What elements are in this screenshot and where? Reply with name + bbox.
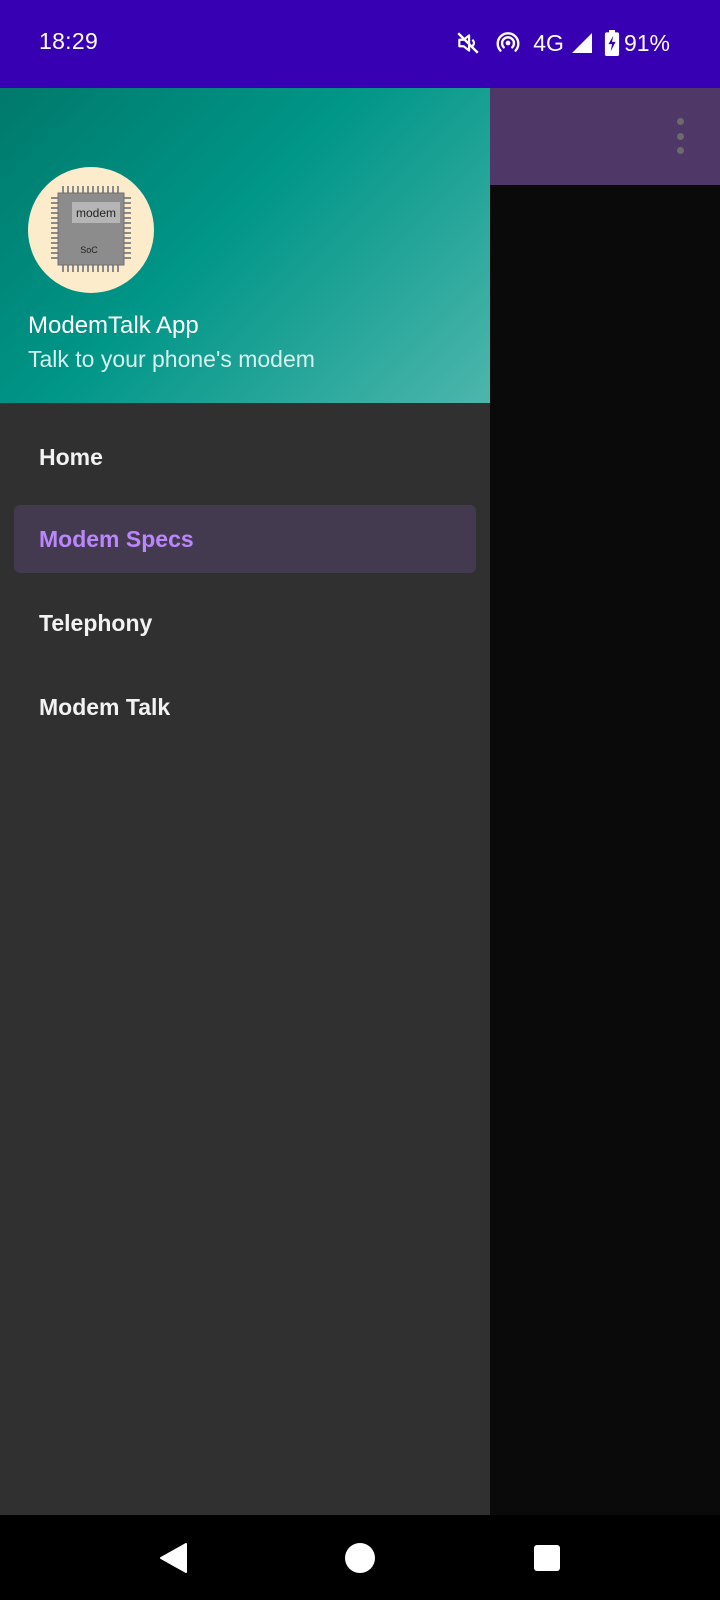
home-icon[interactable] xyxy=(334,1515,386,1600)
status-icons: 4G 91% xyxy=(455,26,670,60)
drawer-item-modem-talk[interactable]: Modem Talk xyxy=(14,673,476,741)
system-nav-bar xyxy=(0,1515,720,1600)
drawer-item-label: Modem Talk xyxy=(39,693,171,720)
recents-icon[interactable] xyxy=(522,1515,572,1600)
drawer-item-home[interactable]: Home xyxy=(14,423,476,491)
back-icon[interactable] xyxy=(148,1515,198,1600)
drawer-item-modem-specs[interactable]: Modem Specs xyxy=(14,505,476,573)
drawer-item-label: Home xyxy=(39,443,103,470)
drawer-item-label: Modem Specs xyxy=(39,525,194,552)
drawer-item-label: Telephony xyxy=(39,609,153,636)
drawer-item-telephony[interactable]: Telephony xyxy=(14,589,476,657)
battery-charging-icon xyxy=(604,30,620,56)
chip-sublabel: SoC xyxy=(80,245,98,255)
drawer-header: modem SoC ModemTalk App Talk to your pho… xyxy=(0,88,490,403)
signal-icon xyxy=(570,31,594,55)
drawer-subtitle: Talk to your phone's modem xyxy=(28,346,315,372)
mute-icon xyxy=(455,30,481,56)
navigation-drawer: modem SoC ModemTalk App Talk to your pho… xyxy=(0,88,490,1515)
app-avatar: modem SoC xyxy=(28,167,154,293)
chip-icon: modem SoC xyxy=(51,186,131,272)
battery-percent: 91% xyxy=(623,29,670,56)
hotspot-icon xyxy=(495,30,521,56)
network-type: 4G xyxy=(533,29,564,56)
more-vert-icon[interactable] xyxy=(668,118,692,154)
status-bar: 18:29 4G 91% xyxy=(0,0,720,88)
drawer-title: ModemTalk App xyxy=(28,312,199,339)
status-time: 18:29 xyxy=(39,28,99,54)
chip-label: modem xyxy=(76,206,116,220)
